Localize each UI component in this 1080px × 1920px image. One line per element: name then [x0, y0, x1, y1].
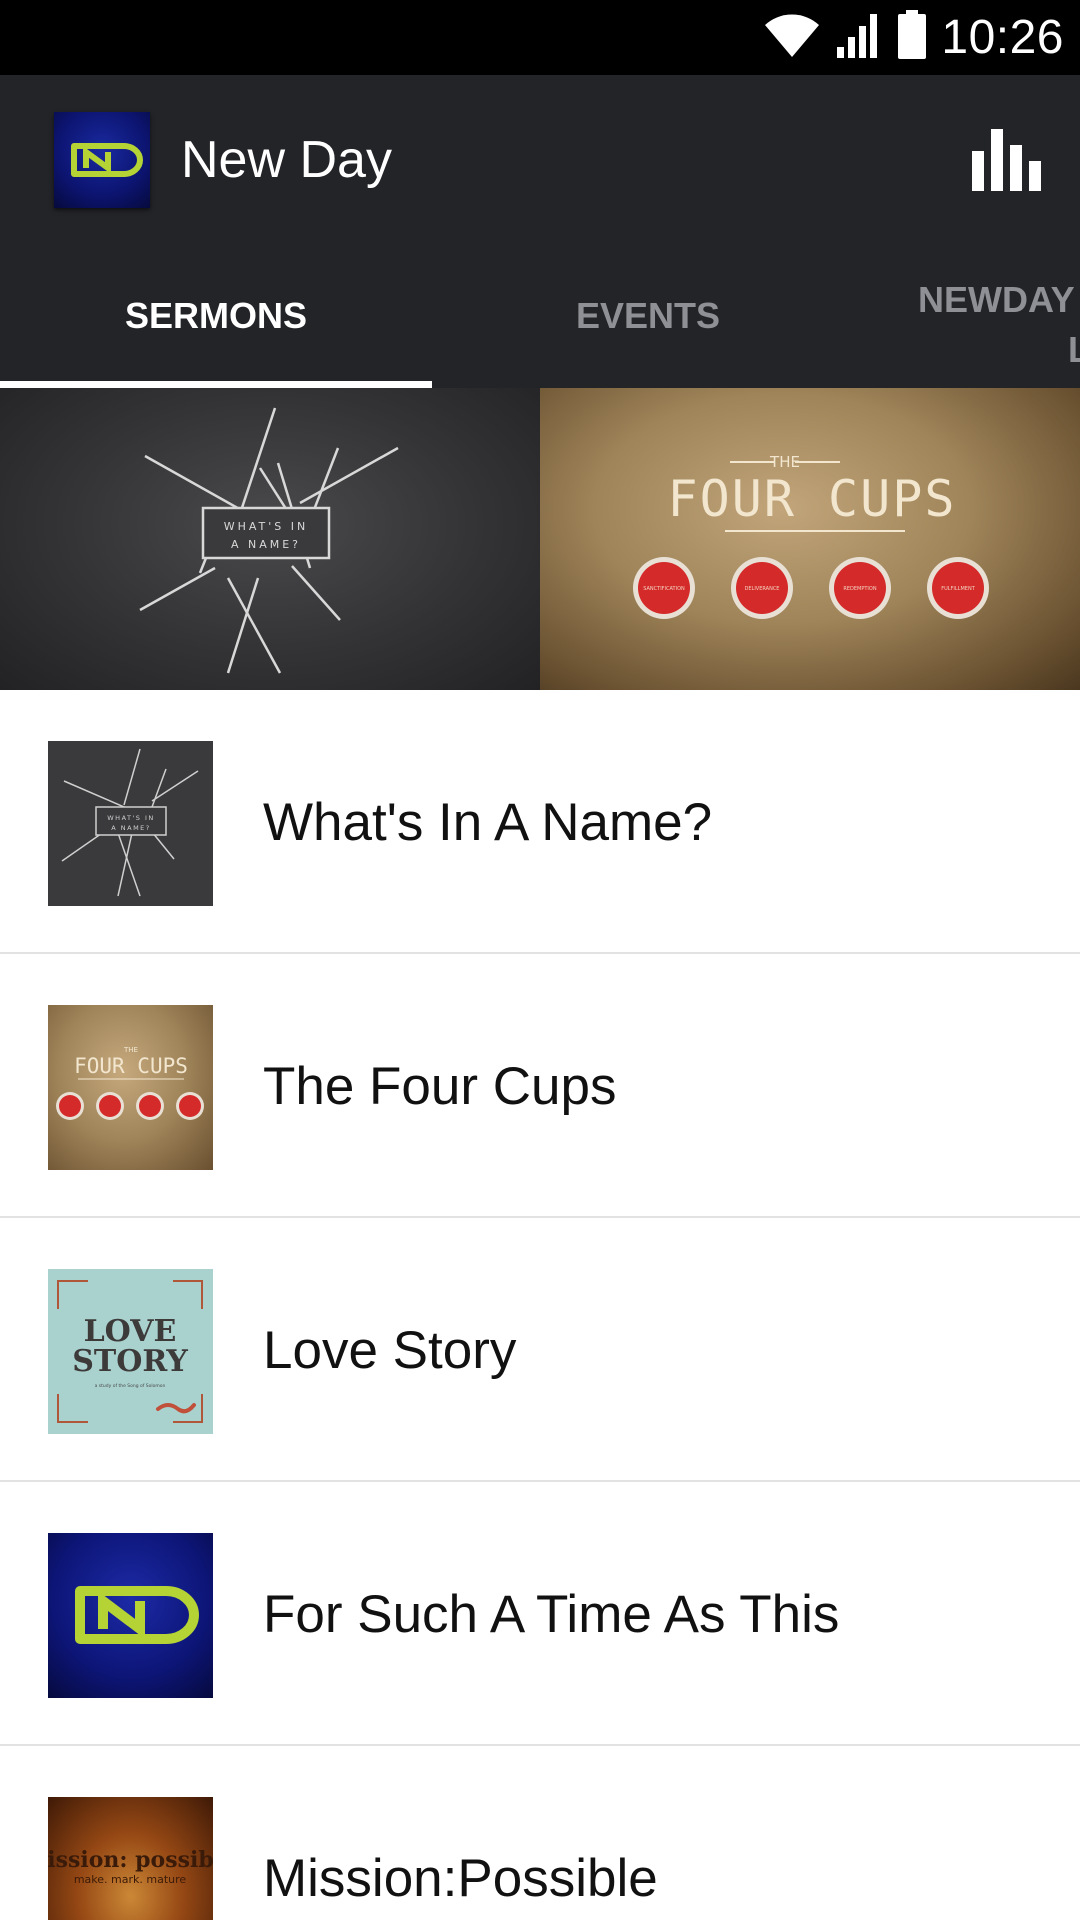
tab-indicator — [0, 381, 432, 388]
thumb-text: a study of the Song of Solomon — [95, 1383, 166, 1389]
tab-newday[interactable]: NEWDAY L — [918, 243, 1080, 388]
sermon-title: Love Story — [263, 1320, 517, 1380]
bar-chart-icon[interactable] — [968, 123, 1044, 199]
battery-icon — [897, 10, 927, 65]
sermon-thumbnail: LOVE STORY a study of the Song of Solomo… — [48, 1269, 213, 1434]
cup-label: FULFILLMENT — [941, 586, 975, 592]
wifi-icon — [763, 11, 821, 64]
thumb-text: mission: possible — [48, 1847, 213, 1873]
bar-chart-bar — [1028, 161, 1041, 191]
banner-left-line1: WHAT'S IN — [224, 520, 309, 533]
cup-label: SANCTIFICATION — [643, 586, 685, 592]
app-logo[interactable] — [54, 112, 150, 208]
status-icons: 10:26 — [763, 0, 1064, 75]
banner-four-cups-art: THE FOUR CUPS SANCTIFICATION DELIVERANCE… — [633, 453, 989, 619]
thumb-text: A NAME? — [111, 824, 151, 832]
status-bar: 10:26 — [0, 0, 1080, 75]
tab-sermons[interactable]: SERMONS — [0, 243, 432, 388]
sermon-title: Mission:Possible — [263, 1848, 658, 1908]
thumb-text: THE — [123, 1046, 138, 1054]
tab-newday-label-line2: L — [1068, 329, 1080, 370]
bar-chart-bar — [971, 151, 984, 191]
banner-right-kicker: THE — [769, 453, 800, 471]
banner-left-line2: A NAME? — [231, 538, 301, 551]
sermon-title: For Such A Time As This — [263, 1584, 840, 1644]
list-item[interactable]: WHAT'S IN A NAME? What's In A Name? — [0, 690, 1080, 954]
tab-events[interactable]: EVENTS — [432, 243, 864, 388]
sermon-list: WHAT'S IN A NAME? What's In A Name? THE … — [0, 690, 1080, 1920]
featured-banner: WHAT'S IN A NAME? THE FOUR CUPS SANCTIFI… — [0, 388, 1080, 690]
nd-logo-icon — [75, 1586, 199, 1644]
cell-signal-icon — [835, 11, 883, 64]
sermon-thumbnail: ND — [48, 1533, 213, 1698]
cup-label: DELIVERANCE — [745, 586, 780, 592]
tab-bar: SERMONS EVENTS NEWDAY L — [0, 243, 1080, 388]
app-title: New Day — [181, 131, 392, 189]
nd-logo-icon — [71, 143, 143, 177]
sermon-title: The Four Cups — [263, 1056, 617, 1116]
banner-line-art: WHAT'S IN A NAME? — [139, 407, 399, 674]
sermon-thumbnail: WHAT'S IN A NAME? — [48, 741, 213, 906]
sermon-thumbnail: THE FOUR CUPS — [48, 1005, 213, 1170]
thumb-text: make. mark. mature — [74, 1873, 187, 1886]
bar-chart-bar — [1009, 145, 1022, 191]
banner-right-title: FOUR CUPS — [668, 470, 957, 528]
list-item[interactable]: LOVE STORY a study of the Song of Solomo… — [0, 1218, 1080, 1482]
bar-chart-bar — [990, 129, 1003, 191]
thumb-text: FOUR CUPS — [74, 1054, 188, 1078]
thumb-text: WHAT'S IN — [107, 814, 155, 822]
tab-newday-label: NEWDAY — [918, 279, 1075, 320]
sermon-title: What's In A Name? — [263, 792, 713, 852]
banner-whats-in-a-name[interactable]: WHAT'S IN A NAME? — [0, 388, 540, 690]
status-time: 10:26 — [941, 11, 1064, 64]
banner-four-cups[interactable]: THE FOUR CUPS SANCTIFICATION DELIVERANCE… — [540, 388, 1080, 690]
list-item[interactable]: ND For Such A Time As This — [0, 1482, 1080, 1746]
app-bar: New Day — [0, 75, 1080, 243]
cup-label: REDEMPTION — [843, 586, 876, 592]
list-item[interactable]: THE FOUR CUPS The Four Cups — [0, 954, 1080, 1218]
list-item[interactable]: mission: possible make. mark. mature Mis… — [0, 1746, 1080, 1920]
sermon-thumbnail: mission: possible make. mark. mature — [48, 1797, 213, 1920]
thumb-text: STORY — [72, 1344, 188, 1379]
